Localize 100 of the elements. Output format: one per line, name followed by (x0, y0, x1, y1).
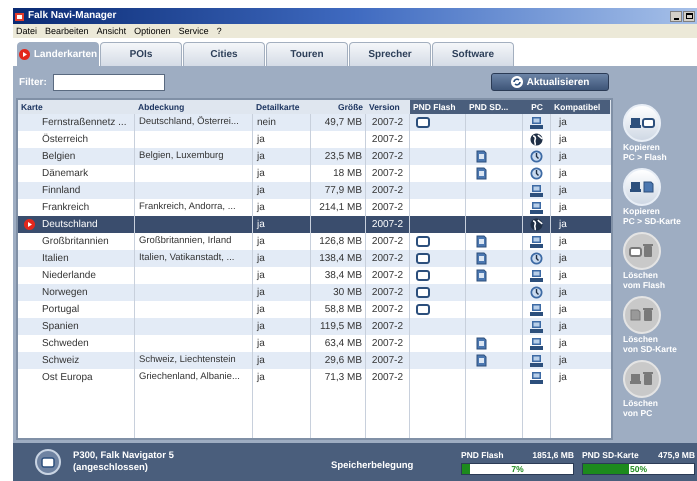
tab[interactable]: Software (432, 42, 514, 66)
computer-icon (530, 234, 543, 248)
tab[interactable]: Touren (266, 42, 348, 66)
menu-item[interactable]: Bearbeiten (45, 26, 89, 36)
computer-icon (530, 302, 543, 316)
device-name: P300, Falk Navigator 5 (73, 450, 175, 462)
table-cell-text: Frankreich (42, 201, 90, 215)
table-cell-text: ja (559, 354, 567, 368)
table-cell-text: 77,9 MB (324, 184, 362, 198)
table-cell-text: nein (257, 116, 276, 130)
table-cell-text: ja (257, 337, 265, 351)
filter-label: Filter: (19, 76, 47, 90)
table-cell-text: ja (257, 150, 265, 164)
column-header[interactable]: Version (366, 100, 410, 114)
meter-reading: 7% (510, 464, 525, 474)
table-cell-text: 18 MB (333, 167, 362, 181)
table-cell-text: ja (559, 150, 567, 164)
menu-item[interactable]: Datei (16, 26, 38, 36)
table-row[interactable]: Belgien Belgien, Luxemburg ja 23,5 MB 2007-2 ja (18, 148, 611, 165)
table-cell-text: 2007-2 (372, 286, 404, 300)
table-cell-text: 138,4 MB (319, 252, 362, 266)
table-cell-text: 2007-2 (372, 235, 404, 249)
table-cell-text: ja (257, 269, 265, 283)
flash-memory-icon (416, 287, 430, 298)
table-row[interactable]: Fernstraßennetz ... Deutschland, Österrei... nein 49,7 MB 2007-2 ja (18, 114, 611, 131)
filter-field[interactable] (52, 74, 165, 90)
clock-icon (530, 286, 543, 299)
sd-card-icon (476, 269, 487, 282)
menu-item[interactable]: Optionen (134, 26, 171, 36)
column-header[interactable]: PC (523, 100, 551, 114)
app-icon (15, 11, 25, 21)
table-cell-text: 71,3 MB (324, 371, 362, 385)
flash-memory-icon (416, 236, 430, 247)
table-cell-text: ja (559, 235, 567, 249)
meter-name: PND Flash (461, 450, 504, 460)
column-header[interactable]: Kompatibel (551, 100, 610, 114)
refresh-button[interactable]: Aktualisieren (491, 73, 609, 91)
menu-item[interactable]: ? (216, 26, 222, 36)
table-row[interactable]: Norwegen ja 30 MB 2007-2 ja (18, 284, 611, 301)
table-cell-text: ja (559, 320, 567, 334)
table-cell-text: ja (257, 354, 265, 368)
globe-icon (530, 133, 543, 146)
table-row[interactable]: Deutschland ja 2007-2 ja (18, 216, 611, 233)
meter-size: 475,9 MB (658, 450, 695, 460)
computer-icon (530, 336, 543, 350)
table-cell-text: Frankreich, Andorra, ... (139, 200, 236, 214)
table-cell-text: ja (257, 167, 265, 181)
table-cell-text: 2007-2 (372, 269, 404, 283)
table-cell-text: Fernstraßennetz ... (42, 116, 126, 130)
table-cell-text: ja (559, 252, 567, 266)
play-icon (18, 49, 30, 60)
table-cell-text: Finnland (42, 184, 80, 198)
column-header[interactable]: Karte (18, 100, 135, 114)
table-cell-text: 49,7 MB (324, 116, 362, 130)
computer-icon (530, 184, 543, 198)
table-cell-text: ja (559, 286, 567, 300)
table-cell-text: Norwegen (42, 286, 88, 300)
table-cell-text: 2007-2 (372, 201, 404, 215)
column-header[interactable]: Abdeckung (135, 100, 253, 114)
column-header[interactable]: Detailkarte (253, 100, 311, 114)
table-cell-text: Niederlande (42, 269, 96, 283)
column-header[interactable]: PND SD... (466, 100, 523, 114)
table-cell-text: 2007-2 (372, 354, 404, 368)
table-cell-text: Italien, Vatikanstadt, ... (139, 251, 234, 266)
tab[interactable]: Cities (183, 42, 265, 66)
menu-item[interactable]: Service (178, 26, 209, 36)
menu-item[interactable]: Ansicht (96, 26, 126, 36)
tab[interactable]: POIs (100, 42, 182, 66)
table-cell-text: ja (559, 201, 567, 215)
play-icon (24, 219, 35, 230)
refresh-icon (510, 76, 523, 88)
tab[interactable]: Sprecher (349, 42, 431, 66)
table-row[interactable]: Italien Italien, Vatikanstadt, ... ja 138,4 MB 2007-2 ja (18, 250, 611, 267)
table-cell-text: 63,4 MB (324, 337, 362, 351)
column-header[interactable]: Größe (311, 100, 366, 114)
table-cell-text: 214,1 MB (319, 201, 362, 215)
table-cell-text: Spanien (42, 320, 79, 334)
sd-card-icon (476, 167, 487, 180)
table-cell-text: Deutschland, Österrei... (139, 115, 239, 130)
meter-reading: 50% (628, 464, 648, 474)
maximize-button[interactable] (683, 10, 695, 22)
clock-icon (530, 167, 543, 180)
sd-card-icon (476, 354, 487, 367)
table-cell-text: ja (257, 133, 265, 147)
table-cell-text: ja (257, 371, 265, 385)
table-row[interactable]: Finnland ja 77,9 MB 2007-2 ja (18, 182, 611, 199)
minimize-button[interactable] (670, 10, 682, 22)
table-cell-text: Deutschland (42, 218, 98, 232)
window-title: Falk Navi-Manager (28, 11, 116, 21)
table-cell-text: ja (559, 303, 567, 317)
table-row[interactable]: Spanien ja 119,5 MB 2007-2 ja (18, 318, 611, 335)
column-header[interactable]: PND Flash (410, 100, 466, 114)
sd-card-icon (476, 337, 487, 350)
table-cell-text: 30 MB (333, 286, 362, 300)
table-cell-text: 2007-2 (372, 252, 404, 266)
table-cell-text: 2007-2 (372, 167, 404, 181)
table-cell-text: ja (257, 184, 265, 198)
table-cell-text: Großbritannien, Irland (139, 234, 232, 248)
table-row[interactable]: Schweiz Schweiz, Liechtenstein ja 29,6 MB 2007-2 ja (18, 352, 611, 369)
table-cell-text: 29,6 MB (324, 354, 362, 368)
